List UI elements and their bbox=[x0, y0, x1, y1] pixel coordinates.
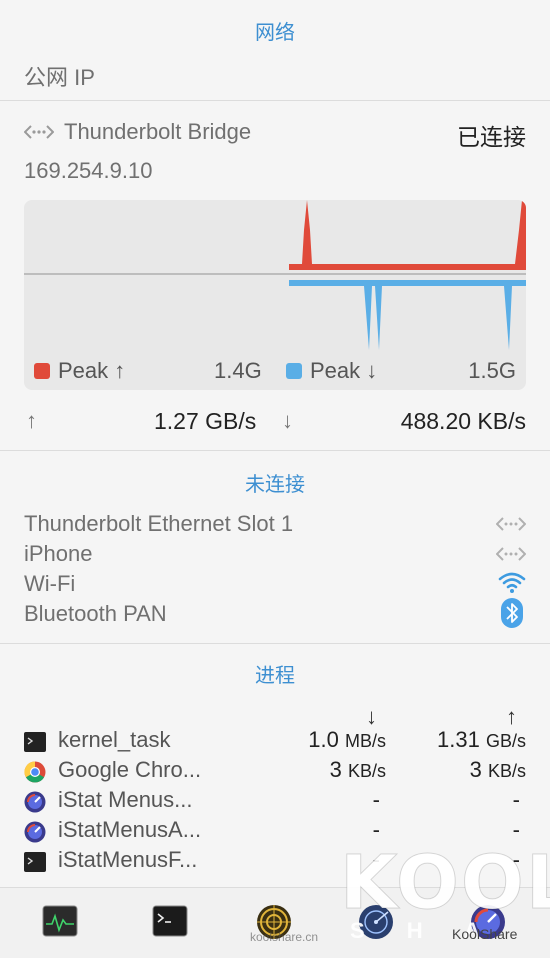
process-download: 3 KB/s bbox=[330, 757, 386, 783]
watermark-logo: KOOL bbox=[340, 840, 550, 927]
chrome-icon bbox=[24, 761, 46, 783]
terminal-icon[interactable] bbox=[152, 904, 188, 940]
process-download-value: 3 bbox=[329, 757, 342, 782]
process-download-value: 1.0 bbox=[308, 727, 339, 752]
process-name: Google Chro... bbox=[58, 757, 202, 782]
process-name: iStatMenusA... bbox=[58, 817, 202, 842]
process-row[interactable]: iStat Menus... - - bbox=[24, 787, 526, 817]
process-download-unit: MB/s bbox=[344, 731, 386, 751]
download-arrow-icon: ↓ bbox=[282, 408, 293, 433]
process-row[interactable]: Google Chro... 3 KB/s 3 KB/s bbox=[24, 757, 526, 787]
upload-peak-label: Peak ↑ bbox=[58, 358, 126, 383]
process-name: iStatMenusF... bbox=[58, 847, 198, 872]
process-download: 1.0 MB/s bbox=[308, 727, 386, 753]
disconnected-section-title: 未连接 bbox=[245, 474, 305, 496]
download-rate: 488.20 KB/s bbox=[400, 408, 526, 434]
activity-monitor-icon[interactable] bbox=[42, 904, 78, 940]
connection-status: 已连接 bbox=[457, 124, 526, 150]
ethernet-icon bbox=[23, 122, 55, 147]
divider bbox=[0, 643, 550, 644]
upload-rate: 1.27 GB/s bbox=[154, 408, 257, 434]
process-upload-unit: GB/s bbox=[485, 731, 526, 751]
processes-section-title: 进程 bbox=[255, 665, 295, 687]
divider bbox=[0, 100, 550, 101]
process-upload-unit: KB/s bbox=[487, 761, 526, 781]
watermark-site: koolshare.cn bbox=[250, 930, 319, 944]
connected-interface-name: Thunderbolt Bridge bbox=[64, 119, 252, 144]
istat-icon bbox=[24, 791, 46, 813]
upload-arrow-icon: ↑ bbox=[26, 408, 37, 433]
wifi-icon bbox=[498, 571, 526, 598]
process-name: kernel_task bbox=[58, 727, 171, 752]
disconnected-item[interactable]: iPhone bbox=[24, 541, 93, 567]
disconnected-item[interactable]: Wi-Fi bbox=[24, 571, 75, 597]
ethernet-icon bbox=[495, 514, 527, 539]
istat-icon bbox=[24, 821, 46, 843]
ethernet-icon bbox=[495, 544, 527, 569]
download-peak-value: 1.5G bbox=[468, 358, 516, 383]
watermark-handle: KoolShare bbox=[452, 926, 518, 942]
download-swatch bbox=[286, 363, 302, 379]
ip-address: 169.254.9.10 bbox=[24, 158, 153, 183]
divider bbox=[0, 450, 550, 451]
process-upload-value: - bbox=[512, 787, 520, 812]
download-traffic-area bbox=[289, 280, 526, 350]
disconnected-item[interactable]: Bluetooth PAN bbox=[24, 601, 167, 627]
upload-traffic-area bbox=[289, 200, 526, 270]
upload-swatch bbox=[34, 363, 50, 379]
process-name: iStat Menus... bbox=[58, 787, 193, 812]
process-row[interactable]: kernel_task 1.0 MB/s 1.31 GB/s bbox=[24, 727, 526, 757]
upload-peak-legend: Peak ↑ bbox=[34, 358, 125, 384]
public-ip-label: 公网 IP bbox=[24, 65, 95, 90]
process-download-value: - bbox=[372, 787, 380, 812]
bluetooth-icon bbox=[501, 598, 523, 633]
network-traffic-chart: Peak ↑ 1.4G Peak ↓ 1.5G bbox=[24, 200, 526, 390]
process-upload-value: 1.31 bbox=[437, 727, 480, 752]
process-upload: 3 KB/s bbox=[470, 757, 526, 783]
process-download-unit: KB/s bbox=[347, 761, 386, 781]
terminal-icon bbox=[24, 851, 46, 873]
process-upload: 1.31 GB/s bbox=[437, 727, 526, 753]
download-peak-label: Peak ↓ bbox=[310, 358, 378, 383]
network-section-title: 网络 bbox=[255, 22, 295, 44]
terminal-icon bbox=[24, 731, 46, 753]
disconnected-item[interactable]: Thunderbolt Ethernet Slot 1 bbox=[24, 511, 293, 537]
download-peak-legend: Peak ↓ bbox=[286, 358, 377, 384]
process-upload-value: 3 bbox=[469, 757, 482, 782]
upload-peak-value: 1.4G bbox=[214, 358, 262, 383]
